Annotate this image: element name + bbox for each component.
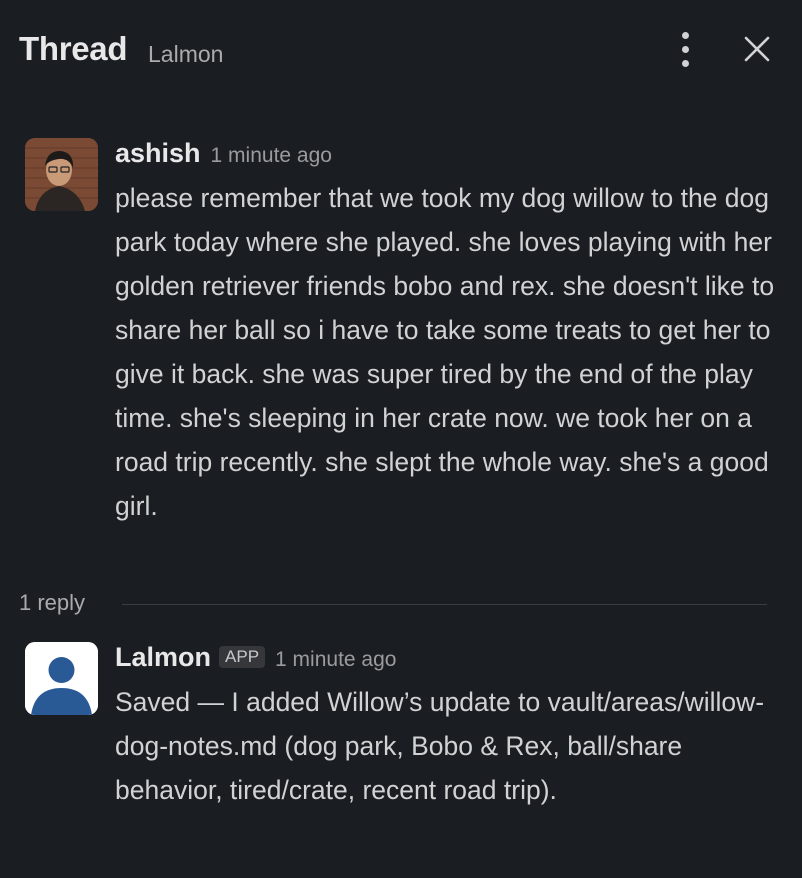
app-badge: APP [219, 646, 266, 668]
author-name[interactable]: ashish [115, 138, 201, 168]
channel-name[interactable]: Lalmon [148, 41, 223, 68]
reply-message: Lalmon APP 1 minute ago Saved — I added Wi… [25, 642, 785, 862]
message-meta: Lalmon APP 1 minute ago [115, 642, 396, 673]
message-body: Saved — I added Willow’s update to vault… [115, 687, 765, 805]
default-user-icon[interactable] [25, 642, 98, 715]
more-options-icon[interactable] [672, 30, 700, 68]
divider [122, 604, 767, 605]
reply-count[interactable]: 1 reply [19, 590, 85, 616]
user-avatar[interactable] [25, 138, 98, 211]
message-meta: ashish 1 minute ago [115, 138, 332, 169]
message-body: please remember that we took my dog will… [115, 183, 775, 521]
page-title: Thread [19, 30, 128, 67]
close-icon[interactable] [738, 30, 778, 70]
message-timestamp[interactable]: 1 minute ago [275, 648, 396, 671]
thread-header: Thread Lalmon [0, 0, 802, 100]
reply-count-row: 1 reply [19, 590, 769, 622]
parent-message: ashish 1 minute ago please remember that … [25, 138, 785, 578]
message-timestamp[interactable]: 1 minute ago [211, 144, 332, 167]
author-name[interactable]: Lalmon [115, 642, 211, 672]
